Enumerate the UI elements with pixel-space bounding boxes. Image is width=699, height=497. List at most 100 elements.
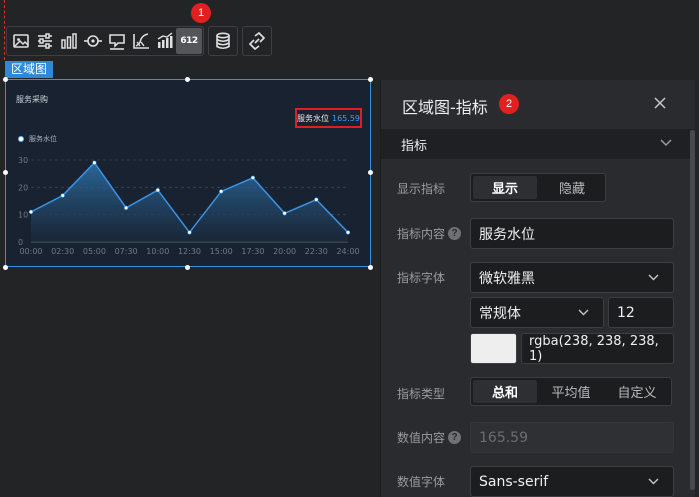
data-point bbox=[92, 160, 97, 165]
bar-trend-button[interactable] bbox=[152, 28, 178, 54]
target-button[interactable] bbox=[80, 28, 106, 54]
flag-icon bbox=[109, 34, 125, 50]
x-tick-label: 22:30 bbox=[305, 247, 328, 256]
metric-content-label: 指标内容? bbox=[397, 225, 462, 242]
sliders-icon bbox=[38, 33, 52, 49]
section-header-metric[interactable]: 指标 bbox=[381, 129, 695, 159]
custom-option[interactable]: 自定义 bbox=[603, 378, 671, 405]
metric-font-label: 指标字体 bbox=[397, 269, 445, 286]
step-badge-2: 2 bbox=[499, 94, 519, 114]
font-family-value: 微软雅黑 bbox=[479, 270, 535, 287]
show-metric-label-text: 显示指标 bbox=[397, 182, 446, 196]
data-point bbox=[123, 205, 129, 210]
value-content-input[interactable]: 165.59 bbox=[470, 422, 674, 453]
color-swatch[interactable] bbox=[470, 333, 517, 364]
x-tick-label: 02:30 bbox=[51, 247, 74, 256]
font-size-input[interactable]: 12 bbox=[608, 297, 674, 328]
help-icon[interactable]: ? bbox=[448, 227, 462, 240]
image-button[interactable] bbox=[8, 28, 34, 54]
metric-type-toggle: 总和 平均值 自定义 bbox=[470, 377, 672, 406]
close-icon[interactable] bbox=[653, 96, 667, 110]
bar-chart-button[interactable] bbox=[56, 28, 82, 54]
show-option[interactable]: 显示 bbox=[473, 176, 537, 199]
value-font-value: Sans-serif bbox=[479, 473, 549, 490]
font-color-input[interactable]: rgba(238, 238, 238, 1) bbox=[521, 333, 674, 364]
resize-handle-bl[interactable] bbox=[3, 265, 8, 270]
image-icon bbox=[13, 34, 29, 48]
flag-button[interactable] bbox=[104, 28, 130, 54]
value-content-label-text: 数值内容 bbox=[397, 431, 446, 445]
data-point bbox=[250, 175, 255, 180]
guide-line bbox=[4, 0, 5, 60]
show-metric-toggle: 显示 隐藏 bbox=[470, 173, 606, 202]
value-font-label: 数值字体 bbox=[397, 473, 445, 490]
x-tick-label: 12:30 bbox=[178, 247, 201, 256]
hide-option[interactable]: 隐藏 bbox=[539, 174, 605, 201]
x-tick-label: 20:00 bbox=[273, 247, 296, 256]
x-tick-label: 24:00 bbox=[336, 247, 359, 256]
resize-handle-ml[interactable] bbox=[3, 170, 8, 175]
y-tick-label: 30 bbox=[18, 156, 28, 165]
database-button[interactable] bbox=[210, 28, 236, 54]
resize-handle-br[interactable] bbox=[368, 265, 373, 270]
x-tick-label: 00:00 bbox=[19, 247, 42, 256]
resize-handle-bm[interactable] bbox=[185, 265, 190, 270]
area-chart-component[interactable]: 服务采购 服务水位 165.59 服务水位 0 10 20 30 00:00 02:30 0… bbox=[5, 79, 371, 267]
value-font-label-text: 数值字体 bbox=[397, 475, 446, 489]
metric-content-input[interactable]: 服务水位 bbox=[470, 218, 674, 249]
data-group bbox=[208, 26, 238, 56]
chevron-down-icon bbox=[660, 139, 672, 146]
link-icon bbox=[248, 31, 266, 51]
data-point bbox=[219, 189, 224, 194]
data-point bbox=[314, 197, 319, 202]
show-metric-label: 显示指标 bbox=[397, 180, 445, 197]
chart-type-group: 612 bbox=[6, 26, 204, 56]
database-icon bbox=[216, 32, 230, 50]
metric-type-label: 指标类型 bbox=[397, 385, 445, 402]
data-point bbox=[345, 230, 351, 235]
x-tick-label: 15:00 bbox=[210, 247, 233, 256]
axis-curve-button[interactable] bbox=[128, 28, 154, 54]
metric-type-label-text: 指标类型 bbox=[397, 387, 446, 401]
data-point bbox=[155, 187, 160, 193]
x-tick-label: 05:00 bbox=[83, 247, 106, 256]
toolbar: 612 bbox=[6, 25, 276, 57]
chevron-down-icon bbox=[578, 309, 589, 316]
y-tick-label: 0 bbox=[18, 238, 23, 247]
x-tick-label: 10:00 bbox=[146, 247, 169, 256]
resize-handle-tr[interactable] bbox=[368, 77, 373, 82]
average-option[interactable]: 平均值 bbox=[539, 378, 603, 405]
sum-option[interactable]: 总和 bbox=[473, 380, 537, 403]
step-badge-1: 1 bbox=[191, 3, 211, 23]
link-group bbox=[242, 26, 272, 56]
sliders-button[interactable] bbox=[32, 28, 58, 54]
link-button[interactable] bbox=[244, 28, 270, 54]
number-icon: 612 bbox=[180, 36, 198, 46]
help-icon[interactable]: ? bbox=[448, 431, 462, 444]
value-font-select[interactable]: Sans-serif bbox=[470, 466, 674, 497]
x-tick-label: 07:30 bbox=[115, 247, 138, 256]
data-point bbox=[28, 209, 34, 215]
resize-handle-tl[interactable] bbox=[3, 77, 8, 82]
metric-font-label-text: 指标字体 bbox=[397, 271, 446, 285]
chevron-down-icon bbox=[648, 274, 659, 281]
value-content-label: 数值内容? bbox=[397, 429, 462, 446]
y-tick-label: 10 bbox=[18, 211, 28, 220]
resize-handle-mr[interactable] bbox=[368, 170, 373, 175]
font-style-select[interactable]: 常规体 bbox=[470, 297, 604, 328]
number-button[interactable]: 612 bbox=[176, 28, 202, 54]
bar-trend-icon bbox=[157, 32, 173, 48]
area-fill bbox=[31, 162, 348, 242]
font-style-value: 常规体 bbox=[479, 305, 521, 322]
metric-content-label-text: 指标内容 bbox=[397, 227, 446, 241]
data-point bbox=[187, 230, 192, 235]
section-title: 指标 bbox=[401, 138, 428, 154]
target-icon bbox=[84, 35, 102, 47]
panel-scrollbar[interactable] bbox=[690, 130, 695, 490]
y-tick-label: 20 bbox=[18, 183, 28, 192]
x-tick-label: 17:30 bbox=[241, 247, 264, 256]
font-family-select[interactable]: 微软雅黑 bbox=[470, 262, 674, 293]
bar-chart-icon bbox=[61, 33, 77, 49]
area-chart: 0 10 20 30 00:00 02:30 05:00 07:30 10:00 12:30 15:… bbox=[18, 156, 360, 256]
resize-handle-tm[interactable] bbox=[185, 77, 190, 82]
